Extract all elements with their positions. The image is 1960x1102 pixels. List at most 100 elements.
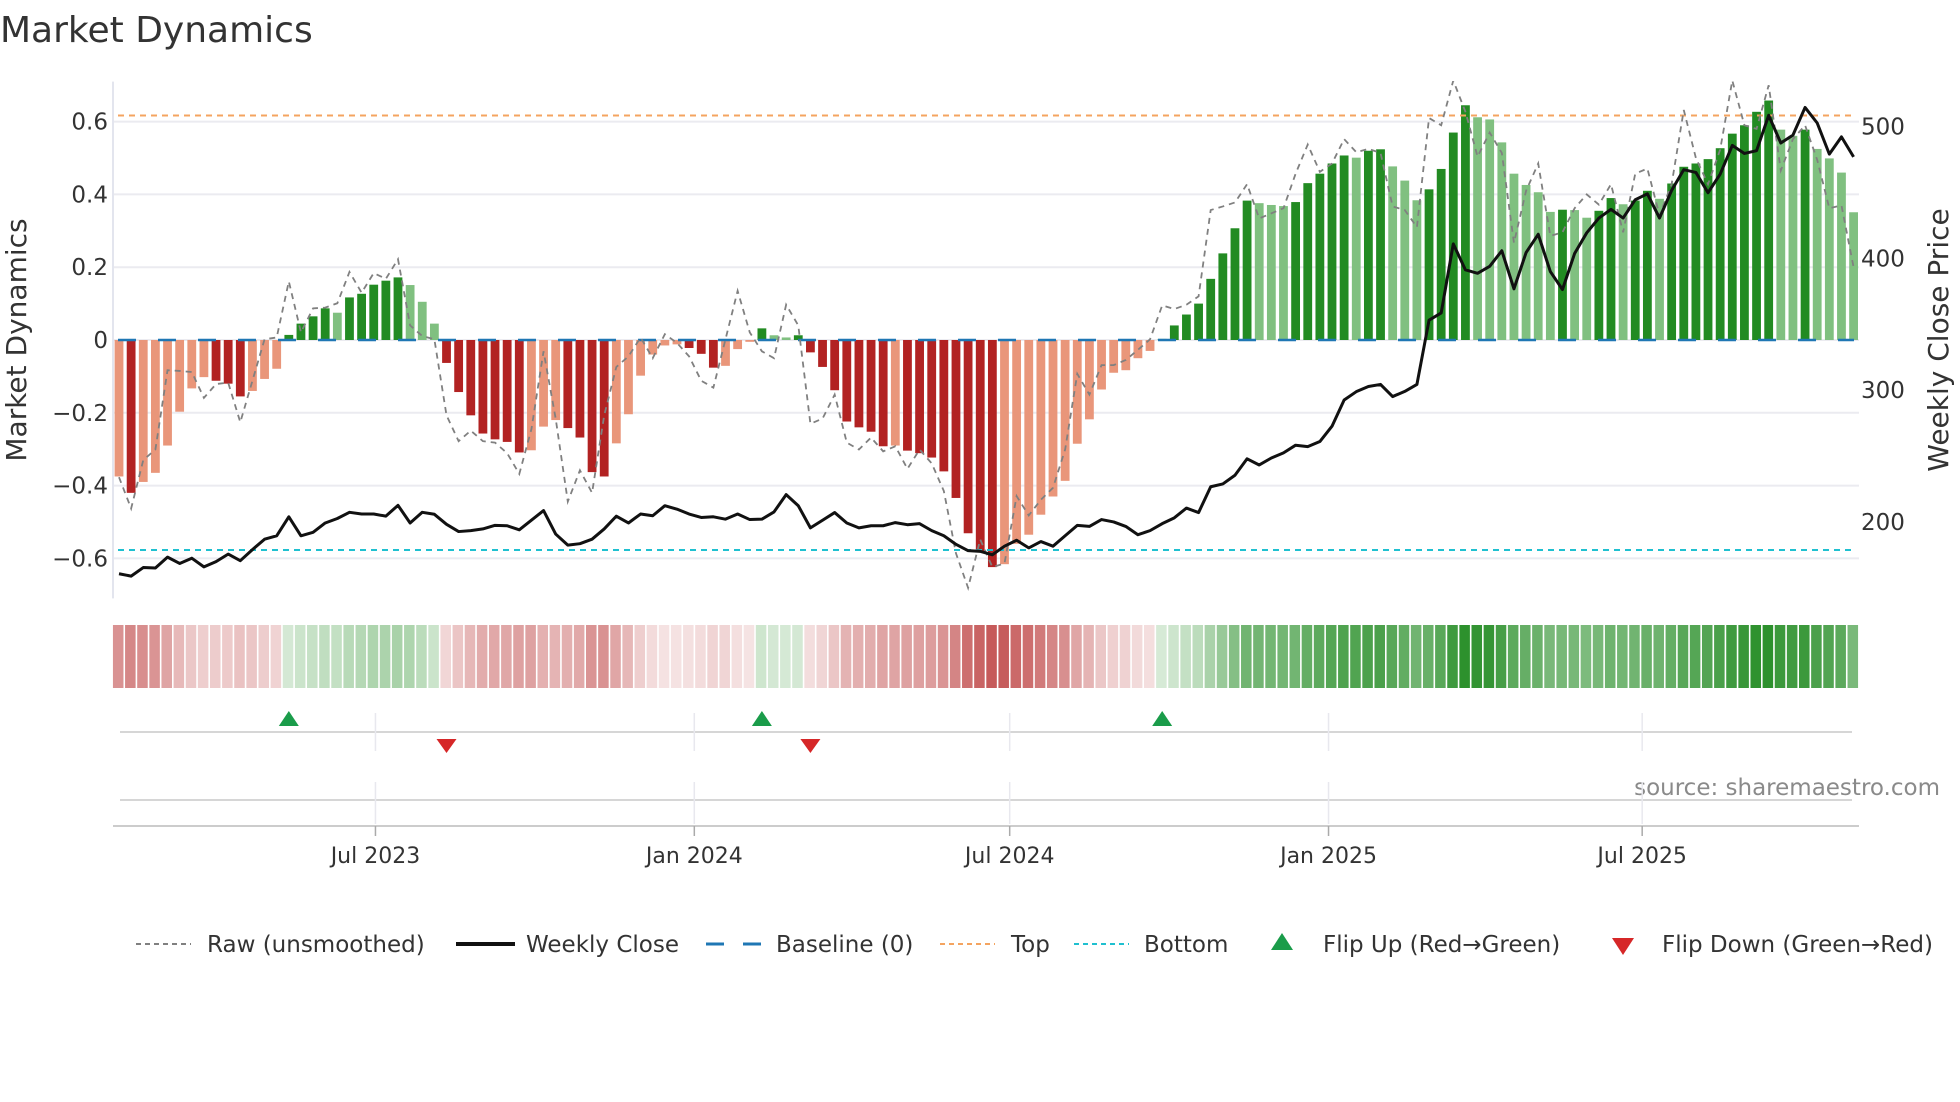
heat-cell bbox=[1483, 625, 1495, 688]
heat-cell bbox=[1277, 625, 1288, 688]
heat-cell bbox=[1786, 625, 1798, 688]
bar-positive-falling bbox=[1388, 166, 1398, 340]
bar-positive-rising bbox=[1291, 202, 1301, 340]
bar-positive-rising bbox=[1448, 132, 1458, 340]
heat-cell bbox=[1143, 625, 1155, 688]
bar-positive-rising bbox=[1315, 173, 1325, 340]
bar-positive-rising bbox=[1740, 125, 1749, 340]
flip-up-marker bbox=[1152, 711, 1173, 726]
heat-cell bbox=[1083, 625, 1094, 688]
heat-cell bbox=[1556, 625, 1567, 688]
bar-positive-rising bbox=[381, 280, 391, 340]
heat-cell bbox=[525, 625, 536, 688]
heat-cell bbox=[1241, 625, 1252, 688]
bar-negative-rising bbox=[733, 340, 743, 350]
heat-cell bbox=[1386, 625, 1398, 688]
heat-cell bbox=[1520, 625, 1531, 688]
bar-positive-falling bbox=[1812, 148, 1822, 340]
heat-cell bbox=[1471, 625, 1483, 688]
heat-cell bbox=[1435, 625, 1446, 688]
bar-negative-rising bbox=[1036, 340, 1046, 515]
chart-title: Market Dynamics bbox=[0, 10, 313, 51]
heat-cell bbox=[949, 625, 961, 688]
bar-positive-rising bbox=[1727, 133, 1737, 340]
heat-cell bbox=[209, 625, 221, 688]
bar-positive-falling bbox=[1351, 157, 1361, 340]
heat-cell bbox=[561, 625, 573, 688]
heat-cell bbox=[1289, 625, 1301, 688]
heat-cell bbox=[1604, 625, 1616, 688]
bar-negative-falling bbox=[587, 340, 597, 473]
weekly-close-line bbox=[118, 105, 1855, 578]
heat-cell bbox=[1847, 625, 1859, 688]
bar-negative-falling bbox=[927, 340, 937, 458]
heat-cell bbox=[646, 625, 658, 688]
bar-positive-rising bbox=[1363, 150, 1373, 340]
bar-positive-rising bbox=[308, 316, 318, 340]
bar-negative-falling bbox=[126, 340, 136, 493]
heat-cell bbox=[1726, 625, 1737, 688]
heat-cell bbox=[1677, 625, 1689, 688]
heat-cell bbox=[1313, 625, 1325, 688]
bar-positive-falling bbox=[1618, 204, 1628, 340]
y2-tick-label: 500 bbox=[1861, 114, 1905, 140]
heat-cell bbox=[1168, 625, 1179, 688]
bar-positive-rising bbox=[1218, 253, 1228, 340]
heat-cell bbox=[1629, 625, 1640, 688]
x-tick-label: Jan 2024 bbox=[644, 844, 743, 869]
legend-label: Flip Up (Red→Green) bbox=[1323, 932, 1560, 958]
legend-flip-up-icon bbox=[1271, 933, 1293, 950]
bar-negative-falling bbox=[223, 340, 233, 384]
bar-positive-rising bbox=[1242, 200, 1252, 340]
heat-cell bbox=[367, 625, 379, 688]
heat-cell bbox=[1350, 625, 1361, 688]
heat-cell bbox=[986, 625, 997, 688]
heat-cell bbox=[828, 625, 840, 688]
heat-cell bbox=[804, 625, 815, 688]
bar-positive-rising bbox=[1800, 129, 1810, 340]
bar-positive-rising bbox=[1642, 190, 1652, 340]
heat-cell bbox=[1338, 625, 1349, 688]
bar-negative-rising bbox=[745, 340, 755, 342]
heat-cell bbox=[391, 625, 403, 688]
bar-negative-falling bbox=[951, 340, 961, 498]
bar-negative-falling bbox=[502, 340, 512, 442]
legend-label: Flip Down (Green→Red) bbox=[1662, 932, 1933, 958]
heat-cell bbox=[1204, 625, 1216, 688]
heat-cell bbox=[1617, 625, 1628, 688]
legend-flip-down-icon bbox=[1612, 938, 1634, 955]
heat-cell bbox=[1010, 625, 1022, 688]
heat-cell bbox=[222, 625, 233, 688]
bar-negative-rising bbox=[636, 340, 645, 376]
bar-positive-falling bbox=[781, 337, 791, 340]
heat-cell bbox=[573, 625, 585, 688]
heat-cell bbox=[501, 625, 512, 688]
bar-negative-falling bbox=[211, 340, 221, 381]
heat-cell bbox=[840, 625, 852, 688]
heat-cell bbox=[1665, 625, 1677, 688]
legend-label: Raw (unsmoothed) bbox=[207, 932, 425, 958]
bar-negative-falling bbox=[963, 340, 973, 534]
heat-cell bbox=[1192, 625, 1204, 688]
bar-negative-rising bbox=[551, 340, 561, 421]
heat-cell bbox=[1592, 625, 1604, 688]
heat-cell bbox=[889, 625, 900, 688]
heat-cell bbox=[622, 625, 633, 688]
bar-negative-falling bbox=[903, 340, 912, 451]
x-axis: Jul 2023 Jan 2024 Jul 2024 Jan 2025 Jul 2025 bbox=[113, 825, 1859, 869]
bar-positive-rising bbox=[1206, 278, 1216, 340]
heat-cell bbox=[937, 625, 949, 688]
bar-positive-rising bbox=[1558, 209, 1567, 340]
bar-negative-rising bbox=[175, 340, 185, 412]
raw-series-line bbox=[118, 81, 1855, 591]
heat-cell bbox=[1750, 625, 1762, 688]
bar-positive-falling bbox=[1509, 173, 1519, 340]
heat-cell bbox=[307, 625, 318, 688]
heat-cell bbox=[1495, 625, 1507, 688]
heat-cell bbox=[683, 625, 694, 688]
bar-negative-rising bbox=[1133, 340, 1143, 359]
heat-cell bbox=[586, 625, 597, 688]
heat-cell bbox=[355, 625, 367, 688]
heat-cell bbox=[1228, 625, 1240, 688]
bar-negative-falling bbox=[975, 340, 985, 552]
